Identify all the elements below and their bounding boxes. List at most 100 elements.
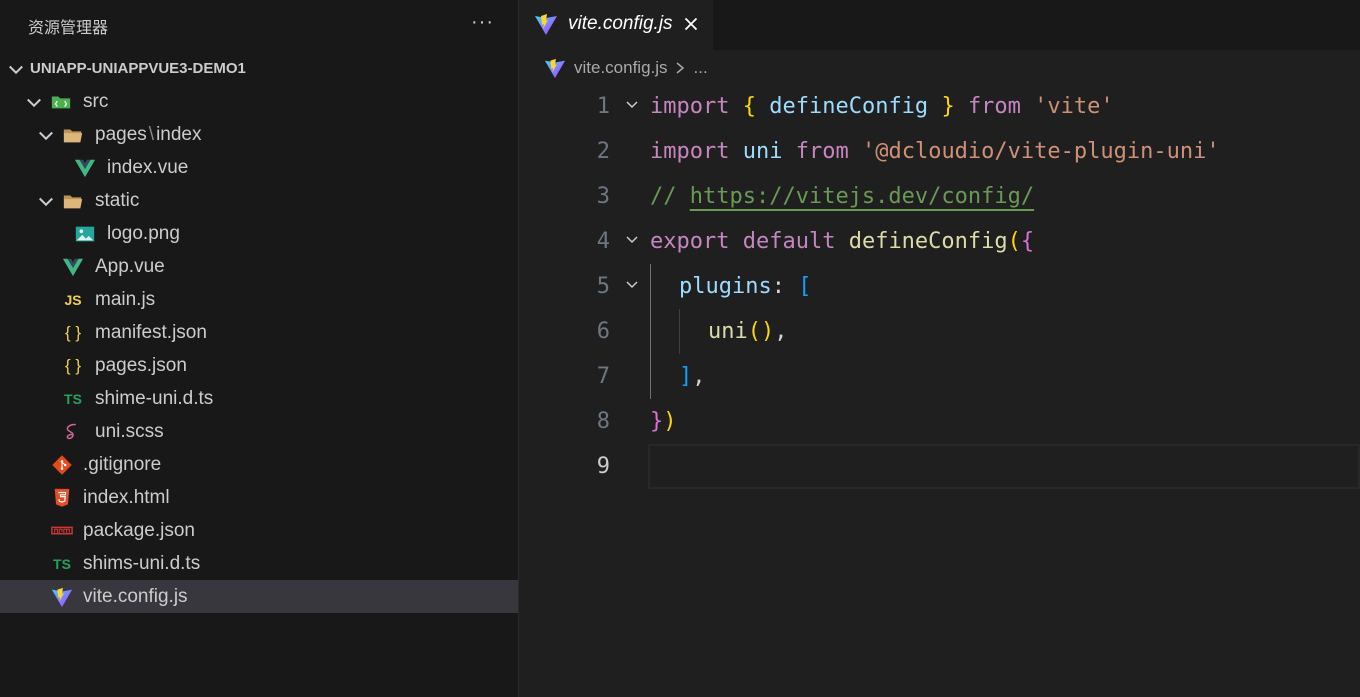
folder-open-icon	[63, 195, 83, 209]
breadcrumb: vite.config.js ...	[544, 54, 708, 82]
code-line: 7 ],	[520, 354, 1360, 399]
code-line: 5 plugins: [	[520, 264, 1360, 309]
tree-label: static	[95, 189, 140, 211]
tree-label: pages \ index	[95, 123, 202, 145]
tree-folder-static[interactable]: static	[0, 184, 518, 217]
fold-chevron-icon[interactable]	[624, 276, 640, 292]
project-name: UNIAPP-UNIAPPVUE3-DEMO1	[30, 60, 246, 77]
chevron-down-icon	[39, 131, 53, 141]
code-text: uni(),	[708, 319, 788, 344]
breadcrumb-more[interactable]: ...	[694, 58, 708, 78]
code-line: 9	[520, 444, 1360, 489]
line-number: 6	[596, 319, 610, 344]
tree-file-package-json[interactable]: package.json	[0, 514, 518, 547]
image-icon	[75, 226, 95, 242]
typescript-icon: TS	[53, 556, 71, 572]
tree-label: main.js	[95, 288, 156, 310]
tree-file-gitignore[interactable]: .gitignore	[0, 448, 518, 481]
json-icon: { }	[64, 323, 82, 342]
vue-icon	[62, 258, 84, 277]
chevron-down-icon	[9, 65, 23, 75]
chevron-down-icon	[39, 197, 53, 207]
line-number: 3	[596, 184, 610, 209]
tree-file-vite-config-js[interactable]: vite.config.js	[0, 580, 518, 613]
git-icon	[52, 455, 72, 475]
code-text: // https://vitejs.dev/config/	[650, 184, 1035, 209]
close-icon[interactable]	[680, 13, 702, 35]
html5-icon	[54, 488, 70, 507]
json-icon: { }	[64, 356, 82, 375]
typescript-icon: TS	[64, 391, 82, 407]
line-number: 7	[596, 364, 610, 389]
tree-file-pages-json[interactable]: { } pages.json	[0, 349, 518, 382]
code-text: plugins: [	[679, 274, 812, 299]
fold-chevron-icon[interactable]	[624, 96, 640, 112]
code-text: import { defineConfig } from 'vite'	[650, 94, 1114, 119]
vue-icon	[74, 159, 96, 178]
tree-file-shims-uni-dts[interactable]: TS shims-uni.d.ts	[0, 547, 518, 580]
fold-chevron-icon[interactable]	[624, 231, 640, 247]
tree-file-shime-uni-dts[interactable]: TS shime-uni.d.ts	[0, 382, 518, 415]
line-number: 8	[596, 409, 610, 434]
explorer-panel: 资源管理器 ··· UNIAPP-UNIAPPVUE3-DEMO1 src pa…	[0, 0, 519, 697]
tree-label: App.vue	[95, 255, 165, 277]
tree-label: src	[83, 90, 109, 112]
tree-label: package.json	[83, 519, 195, 541]
code-line: 8 })	[520, 399, 1360, 444]
vite-icon	[544, 58, 566, 79]
editor-panel: vite.config.js vite.config.js ... 1 impo…	[520, 0, 1360, 697]
code-line: 2 import uni from '@dcloudio/vite-plugin…	[520, 129, 1360, 174]
tree-folder-pages-index[interactable]: pages \ index	[0, 118, 518, 151]
code-text: import uni from '@dcloudio/vite-plugin-u…	[650, 139, 1220, 164]
code-line: 3 // https://vitejs.dev/config/	[520, 174, 1360, 219]
code-text: export default defineConfig({	[650, 229, 1035, 254]
tree-label: uni.scss	[95, 420, 164, 442]
tree-label: logo.png	[107, 222, 180, 244]
tree-file-index-vue[interactable]: index.vue	[0, 151, 518, 184]
tree-file-app-vue[interactable]: App.vue	[0, 250, 518, 283]
more-actions-icon[interactable]: ···	[471, 12, 494, 32]
current-line-highlight	[648, 444, 1360, 489]
tab-vite-config-js[interactable]: vite.config.js	[520, 0, 713, 50]
project-root[interactable]: UNIAPP-UNIAPPVUE3-DEMO1	[0, 52, 518, 85]
tab-label: vite.config.js	[568, 13, 673, 34]
breadcrumb-file[interactable]: vite.config.js	[574, 58, 668, 78]
tree-file-main-js[interactable]: JS main.js	[0, 283, 518, 316]
tree-label: shime-uni.d.ts	[95, 387, 214, 409]
tree-label: shims-uni.d.ts	[83, 552, 201, 574]
tab-bar: vite.config.js	[520, 0, 1360, 50]
vite-icon	[535, 14, 557, 35]
line-number: 2	[596, 139, 610, 164]
tree-label: .gitignore	[83, 453, 162, 475]
chevron-right-icon	[676, 62, 684, 74]
code-line: 4 export default defineConfig({	[520, 219, 1360, 264]
tree-file-logo-png[interactable]: logo.png	[0, 217, 518, 250]
tree-file-index-html[interactable]: index.html	[0, 481, 518, 514]
code-text: ],	[679, 364, 706, 389]
tree-label: index.vue	[107, 156, 189, 178]
tree-file-uni-scss[interactable]: uni.scss	[0, 415, 518, 448]
line-number: 9	[596, 454, 610, 479]
vite-icon	[51, 587, 73, 608]
tree-folder-src[interactable]: src	[0, 85, 518, 118]
line-number: 4	[596, 229, 610, 254]
explorer-title: 资源管理器	[28, 20, 109, 37]
tree-label: index.html	[83, 486, 170, 508]
chevron-down-icon	[27, 98, 41, 108]
code-text: })	[650, 409, 677, 434]
tree-file-manifest-json[interactable]: { } manifest.json	[0, 316, 518, 349]
folder-open-icon	[63, 129, 83, 143]
tree-label: pages.json	[95, 354, 187, 376]
npm-icon	[51, 526, 73, 535]
javascript-icon: JS	[64, 292, 82, 308]
line-number: 1	[596, 94, 610, 119]
line-number: 5	[596, 274, 610, 299]
tree-label: vite.config.js	[83, 585, 188, 607]
comment-link[interactable]: https://vitejs.dev/config/	[690, 184, 1034, 209]
folder-src-icon	[51, 96, 71, 109]
sass-icon	[66, 423, 76, 440]
code-line: 1 import { defineConfig } from 'vite'	[520, 84, 1360, 129]
tree-label: manifest.json	[95, 321, 207, 343]
code-line: 6 uni(),	[520, 309, 1360, 354]
explorer-header: 资源管理器 ···	[0, 0, 518, 52]
